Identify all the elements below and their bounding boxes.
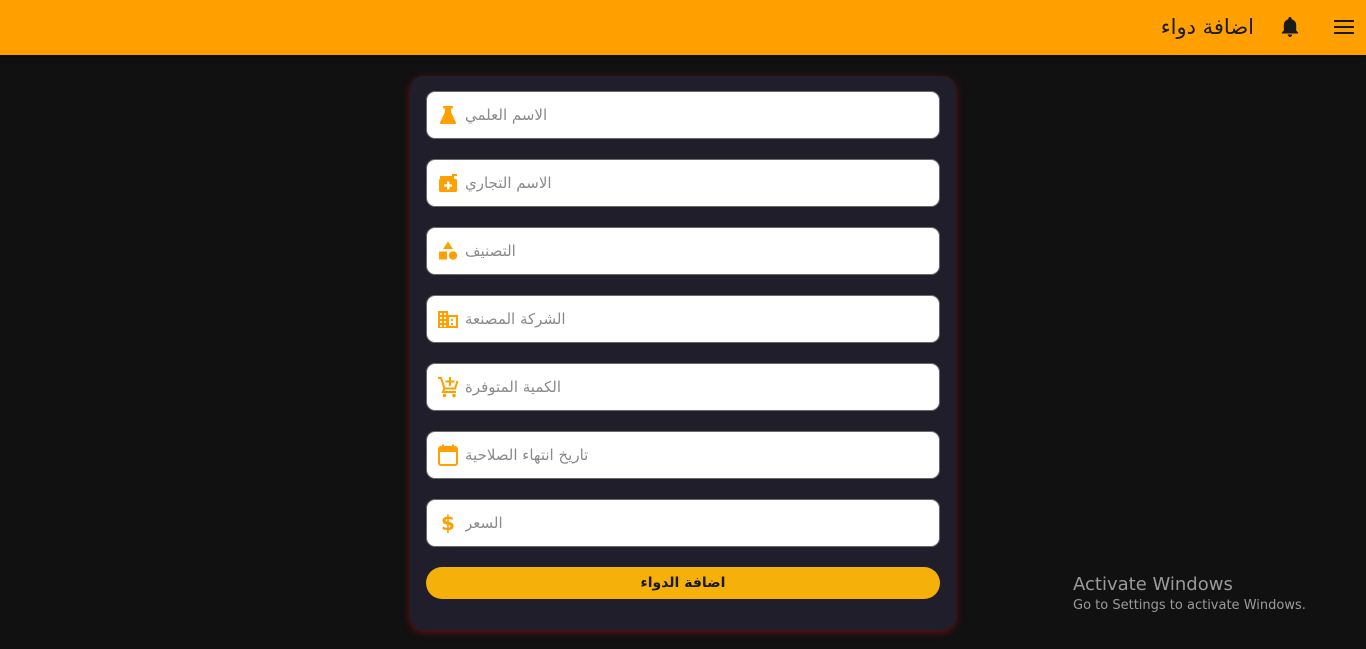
add-cart-icon [436, 375, 460, 399]
add-medicine-form: $ اضافة الدواء [410, 76, 956, 630]
medication-icon [436, 171, 460, 195]
manufacturer-field[interactable] [426, 295, 940, 343]
menu-icon [1334, 20, 1354, 34]
category-icon [436, 239, 460, 263]
notifications-button[interactable] [1278, 15, 1302, 39]
calendar-icon [436, 443, 460, 467]
price-input[interactable] [465, 500, 931, 546]
scientific-name-field[interactable] [426, 91, 940, 139]
flask-icon [436, 103, 460, 127]
dollar-icon: $ [436, 511, 460, 535]
quantity-field[interactable] [426, 363, 940, 411]
trade-name-field[interactable] [426, 159, 940, 207]
menu-button[interactable] [1332, 15, 1356, 39]
expiry-date-field[interactable] [426, 431, 940, 479]
activate-windows-watermark: Activate Windows Go to Settings to activ… [1073, 573, 1306, 615]
add-medicine-button[interactable]: اضافة الدواء [426, 567, 940, 599]
watermark-title: Activate Windows [1073, 574, 1233, 595]
trade-name-input[interactable] [465, 160, 931, 206]
watermark-subtitle: Go to Settings to activate Windows. [1073, 598, 1306, 613]
category-field[interactable] [426, 227, 940, 275]
category-input[interactable] [465, 228, 931, 274]
scientific-name-input[interactable] [465, 92, 931, 138]
bell-icon [1281, 17, 1299, 37]
page-title: اضافة دواء [1160, 15, 1254, 39]
expiry-date-input[interactable] [465, 432, 931, 478]
building-icon [436, 307, 460, 331]
top-app-bar: اضافة دواء [0, 0, 1366, 55]
quantity-input[interactable] [465, 364, 931, 410]
svg-text:$: $ [441, 512, 455, 534]
manufacturer-input[interactable] [465, 296, 931, 342]
price-field[interactable]: $ [426, 499, 940, 547]
